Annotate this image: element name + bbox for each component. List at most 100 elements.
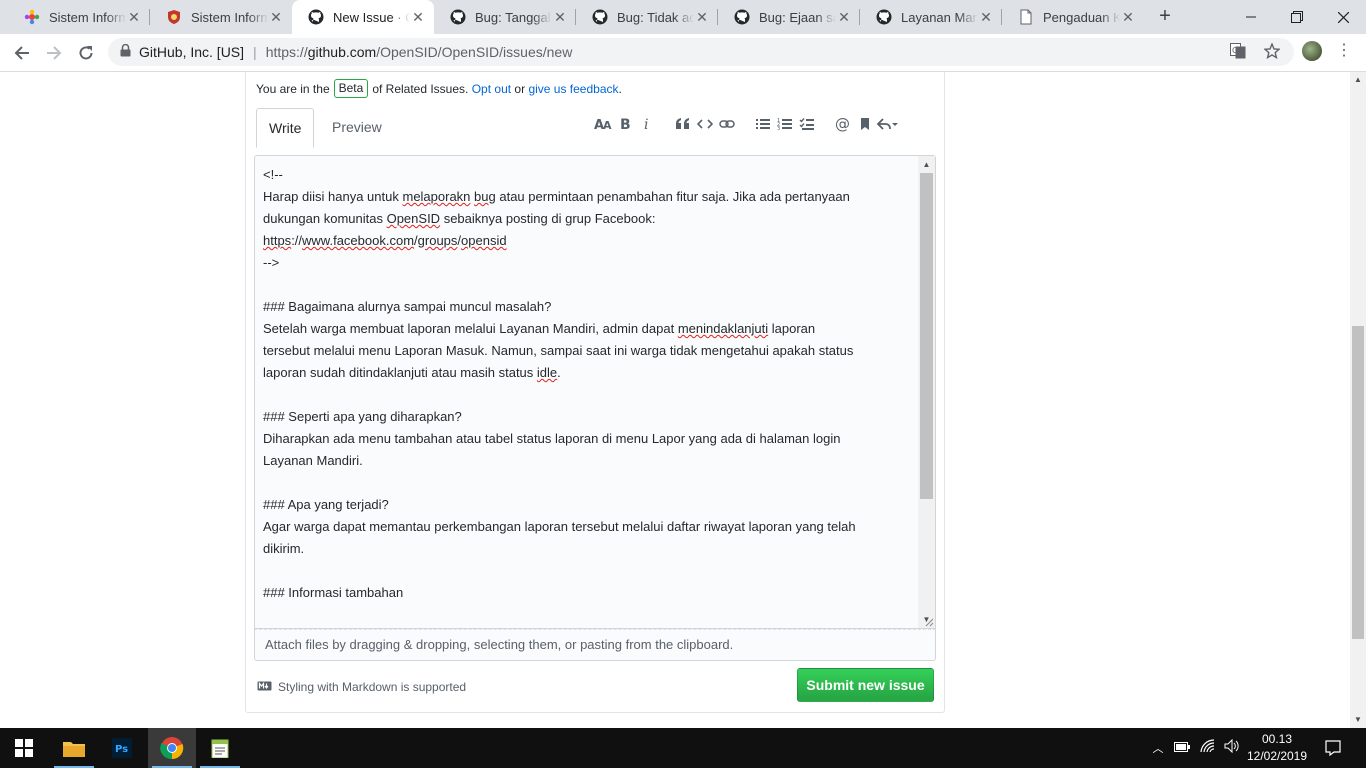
reply-icon[interactable] [876, 114, 898, 134]
tab-write[interactable]: Write [256, 108, 315, 148]
misspelled-word[interactable]: https [263, 233, 291, 248]
unordered-list-icon[interactable] [752, 114, 774, 134]
minimize-button[interactable] [1228, 0, 1274, 34]
bookmark-star-icon[interactable] [1263, 41, 1281, 62]
new-tab-button[interactable]: + [1154, 6, 1176, 28]
misspelled-word[interactable]: www.facebook.com [302, 233, 414, 248]
volume-icon[interactable] [1224, 738, 1240, 758]
file-explorer-icon[interactable] [50, 728, 98, 768]
photoshop-icon[interactable]: Ps [98, 728, 146, 768]
submit-new-issue-button[interactable]: Submit new issue [797, 668, 934, 702]
sid-favicon-icon [24, 9, 40, 25]
header-icon[interactable]: AA [592, 114, 614, 134]
restore-button[interactable] [1274, 0, 1320, 34]
chrome-taskbar-icon[interactable] [148, 728, 196, 768]
browser-tab[interactable]: Bug: Ejaan sala✕ [718, 0, 860, 34]
clock-date: 12/02/2019 [1246, 749, 1308, 763]
saved-reply-bookmark-icon[interactable] [854, 114, 876, 134]
site-identity[interactable]: GitHub, Inc. [US] [139, 44, 244, 60]
issue-body-textarea[interactable]: <!-- Harap diisi hanya untuk melaporakn b… [263, 164, 913, 620]
editor-scroll-thumb[interactable] [920, 173, 933, 499]
bold-icon[interactable]: B [614, 114, 636, 134]
browser-tab[interactable]: Pengaduan Ka✕ [1002, 0, 1144, 34]
back-button[interactable] [10, 42, 34, 64]
tray-chevron-up-icon[interactable]: ︿ [1150, 740, 1166, 756]
markdown-support-note[interactable]: Styling with Markdown is supported [257, 680, 466, 694]
close-tab-icon[interactable]: ✕ [836, 9, 852, 26]
scroll-up-arrow-icon[interactable]: ▲ [918, 156, 935, 173]
system-tray: ︿ [1150, 728, 1240, 768]
github-icon-favicon-icon [876, 9, 892, 25]
address-divider: | [253, 44, 257, 60]
misspelled-word[interactable]: OpenSID [387, 211, 440, 226]
close-tab-icon[interactable]: ✕ [268, 9, 284, 26]
misspelled-word[interactable]: bug [474, 189, 496, 204]
quote-icon[interactable] [672, 114, 694, 134]
notepad-plus-icon[interactable] [196, 728, 244, 768]
close-tab-icon[interactable]: ✕ [552, 9, 568, 26]
misspelled-word[interactable]: opensid [461, 233, 507, 248]
close-window-button[interactable] [1320, 0, 1366, 34]
opt-out-link[interactable]: Opt out [472, 82, 511, 96]
url-host: github.com [307, 44, 377, 60]
issue-body-editor[interactable]: <!-- Harap diisi hanya untuk melaporakn b… [254, 155, 936, 629]
misspelled-word[interactable]: idle [537, 365, 557, 380]
misspelled-word[interactable]: menindaklanjuti [678, 321, 768, 336]
misspelled-word[interactable]: melaporakn [402, 189, 470, 204]
notification-center-icon[interactable] [1310, 728, 1356, 768]
code-icon[interactable] [694, 114, 716, 134]
taskbar-clock[interactable]: 00.13 12/02/2019 [1246, 731, 1308, 765]
browser-toolbar: GitHub, Inc. [US] | https://github.com/O… [0, 34, 1366, 72]
page-scroll-thumb[interactable] [1352, 326, 1364, 639]
url-path: /OpenSID/OpenSID/issues/new [376, 44, 573, 60]
page-scrollbar[interactable]: ▲ ▼ [1350, 72, 1366, 728]
browser-tab-title: Sistem Informa [49, 9, 126, 25]
url-text[interactable]: https://github.com/OpenSID/OpenSID/issue… [266, 44, 573, 60]
task-list-icon[interactable] [796, 114, 818, 134]
italic-icon[interactable]: i [636, 114, 658, 134]
mention-icon[interactable]: @ [832, 114, 854, 134]
wifi-icon[interactable] [1200, 738, 1216, 758]
reload-button[interactable] [74, 42, 98, 64]
markdown-note-text[interactable]: Styling with Markdown is supported [278, 680, 466, 694]
close-tab-icon[interactable]: ✕ [410, 9, 426, 26]
page-scroll-up-icon[interactable]: ▲ [1350, 72, 1366, 88]
page-scroll-down-icon[interactable]: ▼ [1350, 712, 1366, 728]
editor-line: --> [263, 255, 280, 270]
battery-icon[interactable] [1174, 739, 1190, 757]
ordered-list-icon[interactable]: 123 [774, 114, 796, 134]
profile-avatar[interactable] [1302, 41, 1322, 61]
browser-tab[interactable]: New Issue · Op✕ [292, 0, 434, 34]
address-bar[interactable]: GitHub, Inc. [US] | https://github.com/O… [108, 38, 1294, 66]
close-tab-icon[interactable]: ✕ [1120, 9, 1136, 26]
close-tab-icon[interactable]: ✕ [126, 9, 142, 26]
resize-grip-icon[interactable] [924, 617, 934, 627]
browser-tab[interactable]: Sistem Informa✕ [8, 0, 150, 34]
translate-icon[interactable]: G [1230, 42, 1246, 62]
tab-preview[interactable]: Preview [320, 108, 394, 146]
lock-icon[interactable] [120, 43, 131, 60]
close-tab-icon[interactable]: ✕ [694, 9, 710, 26]
browser-tab[interactable]: Sistem Informa✕ [150, 0, 292, 34]
browser-tab-strip: Sistem Informa✕Sistem Informa✕New Issue … [0, 0, 1366, 34]
link-icon[interactable] [716, 114, 738, 134]
misspelled-word[interactable]: groups [418, 233, 458, 248]
svg-text:@: @ [835, 116, 850, 132]
editor-scrollbar[interactable]: ▲ ▼ [918, 156, 935, 628]
feedback-link[interactable]: give us feedback [528, 82, 618, 96]
browser-tab-title: Bug: Ejaan sala [759, 9, 836, 25]
beta-notice: You are in the Beta of Related Issues. O… [256, 79, 622, 98]
markdown-toolbar: AA B i 123 @ [592, 112, 898, 136]
forward-button[interactable] [42, 42, 66, 64]
windows-start-icon[interactable] [0, 728, 48, 768]
chrome-menu-icon[interactable]: ⋮ [1336, 42, 1352, 60]
browser-tab[interactable]: Bug: Tidak ada✕ [576, 0, 718, 34]
close-tab-icon[interactable]: ✕ [978, 9, 994, 26]
browser-tab[interactable]: Bug: Tanggal d✕ [434, 0, 576, 34]
editor-line: ### Informasi tambahan [263, 585, 404, 600]
browser-tab[interactable]: Layanan Mand✕ [860, 0, 1002, 34]
attach-files-bar[interactable]: Attach files by dragging & dropping, sel… [254, 629, 936, 661]
svg-text:Ps: Ps [115, 744, 128, 755]
